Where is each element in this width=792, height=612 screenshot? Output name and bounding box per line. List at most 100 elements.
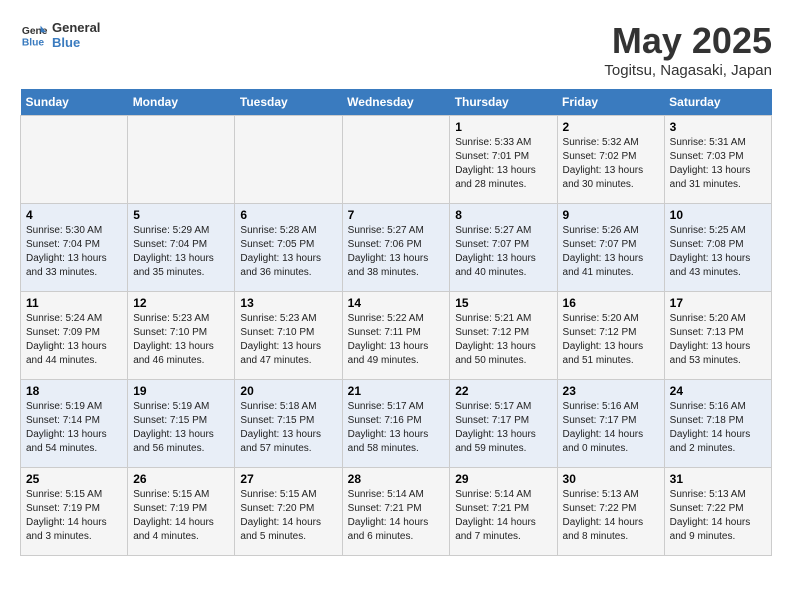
col-header-tuesday: Tuesday: [235, 89, 342, 116]
day-number: 25: [26, 472, 122, 486]
calendar-table: SundayMondayTuesdayWednesdayThursdayFrid…: [20, 89, 772, 556]
day-detail: Sunrise: 5:14 AM Sunset: 7:21 PM Dayligh…: [348, 488, 445, 544]
calendar-week-3: 18 Sunrise: 5:19 AM Sunset: 7:14 PM Dayli…: [21, 380, 772, 468]
day-detail: Sunrise: 5:32 AM Sunset: 7:02 PM Dayligh…: [563, 136, 659, 192]
calendar-week-2: 11Sunrise: 5:24 AM Sunset: 7:09 PM Dayli…: [21, 292, 772, 380]
calendar-cell: 5 Sunrise: 5:29 AM Sunset: 7:04 PM Daylig…: [128, 204, 235, 292]
calendar-cell: 26 Sunrise: 5:15 AM Sunset: 7:19 PM Dayli…: [128, 468, 235, 556]
day-number: 29: [455, 472, 551, 486]
header-row: SundayMondayTuesdayWednesdayThursdayFrid…: [21, 89, 772, 116]
day-detail: Sunrise: 5:19 AM Sunset: 7:14 PM Dayligh…: [26, 400, 122, 456]
day-detail: Sunrise: 5:25 AM Sunset: 7:08 PM Dayligh…: [670, 224, 766, 280]
day-number: 15: [455, 296, 551, 310]
day-detail: Sunrise: 5:33 AM Sunset: 7:01 PM Dayligh…: [455, 136, 551, 192]
day-detail: Sunrise: 5:21 AM Sunset: 7:12 PM Dayligh…: [455, 312, 551, 368]
day-detail: Sunrise: 5:27 AM Sunset: 7:07 PM Dayligh…: [455, 224, 551, 280]
day-detail: Sunrise: 5:26 AM Sunset: 7:07 PM Dayligh…: [563, 224, 659, 280]
calendar-cell: 2 Sunrise: 5:32 AM Sunset: 7:02 PM Daylig…: [557, 116, 664, 204]
calendar-cell: 10 Sunrise: 5:25 AM Sunset: 7:08 PM Dayli…: [664, 204, 771, 292]
calendar-week-1: 4Sunrise: 5:30 AM Sunset: 7:04 PM Daylig…: [21, 204, 772, 292]
day-number: 9: [563, 208, 659, 222]
subtitle: Togitsu, Nagasaki, Japan: [604, 62, 772, 79]
day-detail: Sunrise: 5:15 AM Sunset: 7:19 PM Dayligh…: [133, 488, 229, 544]
day-number: 28: [348, 472, 445, 486]
calendar-cell: 21 Sunrise: 5:17 AM Sunset: 7:16 PM Dayli…: [342, 380, 450, 468]
day-number: 23: [563, 384, 659, 398]
calendar-cell: 30 Sunrise: 5:13 AM Sunset: 7:22 PM Dayli…: [557, 468, 664, 556]
day-number: 2: [563, 120, 659, 134]
day-detail: Sunrise: 5:19 AM Sunset: 7:15 PM Dayligh…: [133, 400, 229, 456]
day-number: 27: [240, 472, 336, 486]
calendar-cell: 8 Sunrise: 5:27 AM Sunset: 7:07 PM Daylig…: [450, 204, 557, 292]
calendar-cell: 19 Sunrise: 5:19 AM Sunset: 7:15 PM Dayli…: [128, 380, 235, 468]
day-number: 8: [455, 208, 551, 222]
day-detail: Sunrise: 5:18 AM Sunset: 7:15 PM Dayligh…: [240, 400, 336, 456]
day-number: 10: [670, 208, 766, 222]
day-detail: Sunrise: 5:15 AM Sunset: 7:19 PM Dayligh…: [26, 488, 122, 544]
day-detail: Sunrise: 5:31 AM Sunset: 7:03 PM Dayligh…: [670, 136, 766, 192]
calendar-cell: 15 Sunrise: 5:21 AM Sunset: 7:12 PM Dayli…: [450, 292, 557, 380]
day-detail: Sunrise: 5:22 AM Sunset: 7:11 PM Dayligh…: [348, 312, 445, 368]
day-number: 13: [240, 296, 336, 310]
logo-line2: Blue: [52, 35, 100, 50]
day-number: 14: [348, 296, 445, 310]
calendar-cell: 29 Sunrise: 5:14 AM Sunset: 7:21 PM Dayli…: [450, 468, 557, 556]
calendar-week-0: 1 Sunrise: 5:33 AM Sunset: 7:01 PM Daylig…: [21, 116, 772, 204]
day-detail: Sunrise: 5:20 AM Sunset: 7:13 PM Dayligh…: [670, 312, 766, 368]
calendar-cell: 9 Sunrise: 5:26 AM Sunset: 7:07 PM Daylig…: [557, 204, 664, 292]
day-number: 18: [26, 384, 122, 398]
col-header-wednesday: Wednesday: [342, 89, 450, 116]
day-detail: Sunrise: 5:17 AM Sunset: 7:17 PM Dayligh…: [455, 400, 551, 456]
title-block: May 2025 Togitsu, Nagasaki, Japan: [604, 20, 772, 79]
calendar-cell: 4Sunrise: 5:30 AM Sunset: 7:04 PM Daylig…: [21, 204, 128, 292]
day-number: 5: [133, 208, 229, 222]
day-number: 16: [563, 296, 659, 310]
calendar-cell: 22 Sunrise: 5:17 AM Sunset: 7:17 PM Dayli…: [450, 380, 557, 468]
day-number: 4: [26, 208, 122, 222]
calendar-cell: 28 Sunrise: 5:14 AM Sunset: 7:21 PM Dayli…: [342, 468, 450, 556]
logo: General Blue General Blue: [20, 20, 100, 50]
day-number: 26: [133, 472, 229, 486]
day-detail: Sunrise: 5:13 AM Sunset: 7:22 PM Dayligh…: [563, 488, 659, 544]
calendar-cell: 24Sunrise: 5:16 AM Sunset: 7:18 PM Dayli…: [664, 380, 771, 468]
day-number: 6: [240, 208, 336, 222]
day-detail: Sunrise: 5:15 AM Sunset: 7:20 PM Dayligh…: [240, 488, 336, 544]
calendar-cell: [128, 116, 235, 204]
day-number: 30: [563, 472, 659, 486]
calendar-cell: 31Sunrise: 5:13 AM Sunset: 7:22 PM Dayli…: [664, 468, 771, 556]
day-detail: Sunrise: 5:17 AM Sunset: 7:16 PM Dayligh…: [348, 400, 445, 456]
calendar-cell: 16Sunrise: 5:20 AM Sunset: 7:12 PM Dayli…: [557, 292, 664, 380]
calendar-cell: [21, 116, 128, 204]
day-number: 3: [670, 120, 766, 134]
calendar-cell: 27 Sunrise: 5:15 AM Sunset: 7:20 PM Dayli…: [235, 468, 342, 556]
calendar-cell: 14 Sunrise: 5:22 AM Sunset: 7:11 PM Dayli…: [342, 292, 450, 380]
day-detail: Sunrise: 5:14 AM Sunset: 7:21 PM Dayligh…: [455, 488, 551, 544]
day-number: 12: [133, 296, 229, 310]
day-number: 11: [26, 296, 122, 310]
col-header-sunday: Sunday: [21, 89, 128, 116]
day-number: 21: [348, 384, 445, 398]
svg-text:Blue: Blue: [22, 37, 45, 48]
day-detail: Sunrise: 5:13 AM Sunset: 7:22 PM Dayligh…: [670, 488, 766, 544]
day-number: 24: [670, 384, 766, 398]
day-detail: Sunrise: 5:28 AM Sunset: 7:05 PM Dayligh…: [240, 224, 336, 280]
day-detail: Sunrise: 5:23 AM Sunset: 7:10 PM Dayligh…: [240, 312, 336, 368]
day-number: 22: [455, 384, 551, 398]
page-header: General Blue General Blue May 2025 Togit…: [20, 20, 772, 79]
calendar-cell: 20 Sunrise: 5:18 AM Sunset: 7:15 PM Dayli…: [235, 380, 342, 468]
calendar-cell: 11Sunrise: 5:24 AM Sunset: 7:09 PM Dayli…: [21, 292, 128, 380]
day-detail: Sunrise: 5:29 AM Sunset: 7:04 PM Dayligh…: [133, 224, 229, 280]
col-header-thursday: Thursday: [450, 89, 557, 116]
calendar-cell: 6 Sunrise: 5:28 AM Sunset: 7:05 PM Daylig…: [235, 204, 342, 292]
calendar-cell: [342, 116, 450, 204]
logo-line1: General: [52, 20, 100, 35]
day-number: 7: [348, 208, 445, 222]
day-number: 17: [670, 296, 766, 310]
day-detail: Sunrise: 5:23 AM Sunset: 7:10 PM Dayligh…: [133, 312, 229, 368]
day-number: 19: [133, 384, 229, 398]
calendar-cell: 13 Sunrise: 5:23 AM Sunset: 7:10 PM Dayli…: [235, 292, 342, 380]
day-number: 1: [455, 120, 551, 134]
calendar-cell: 7 Sunrise: 5:27 AM Sunset: 7:06 PM Daylig…: [342, 204, 450, 292]
day-detail: Sunrise: 5:27 AM Sunset: 7:06 PM Dayligh…: [348, 224, 445, 280]
day-number: 20: [240, 384, 336, 398]
